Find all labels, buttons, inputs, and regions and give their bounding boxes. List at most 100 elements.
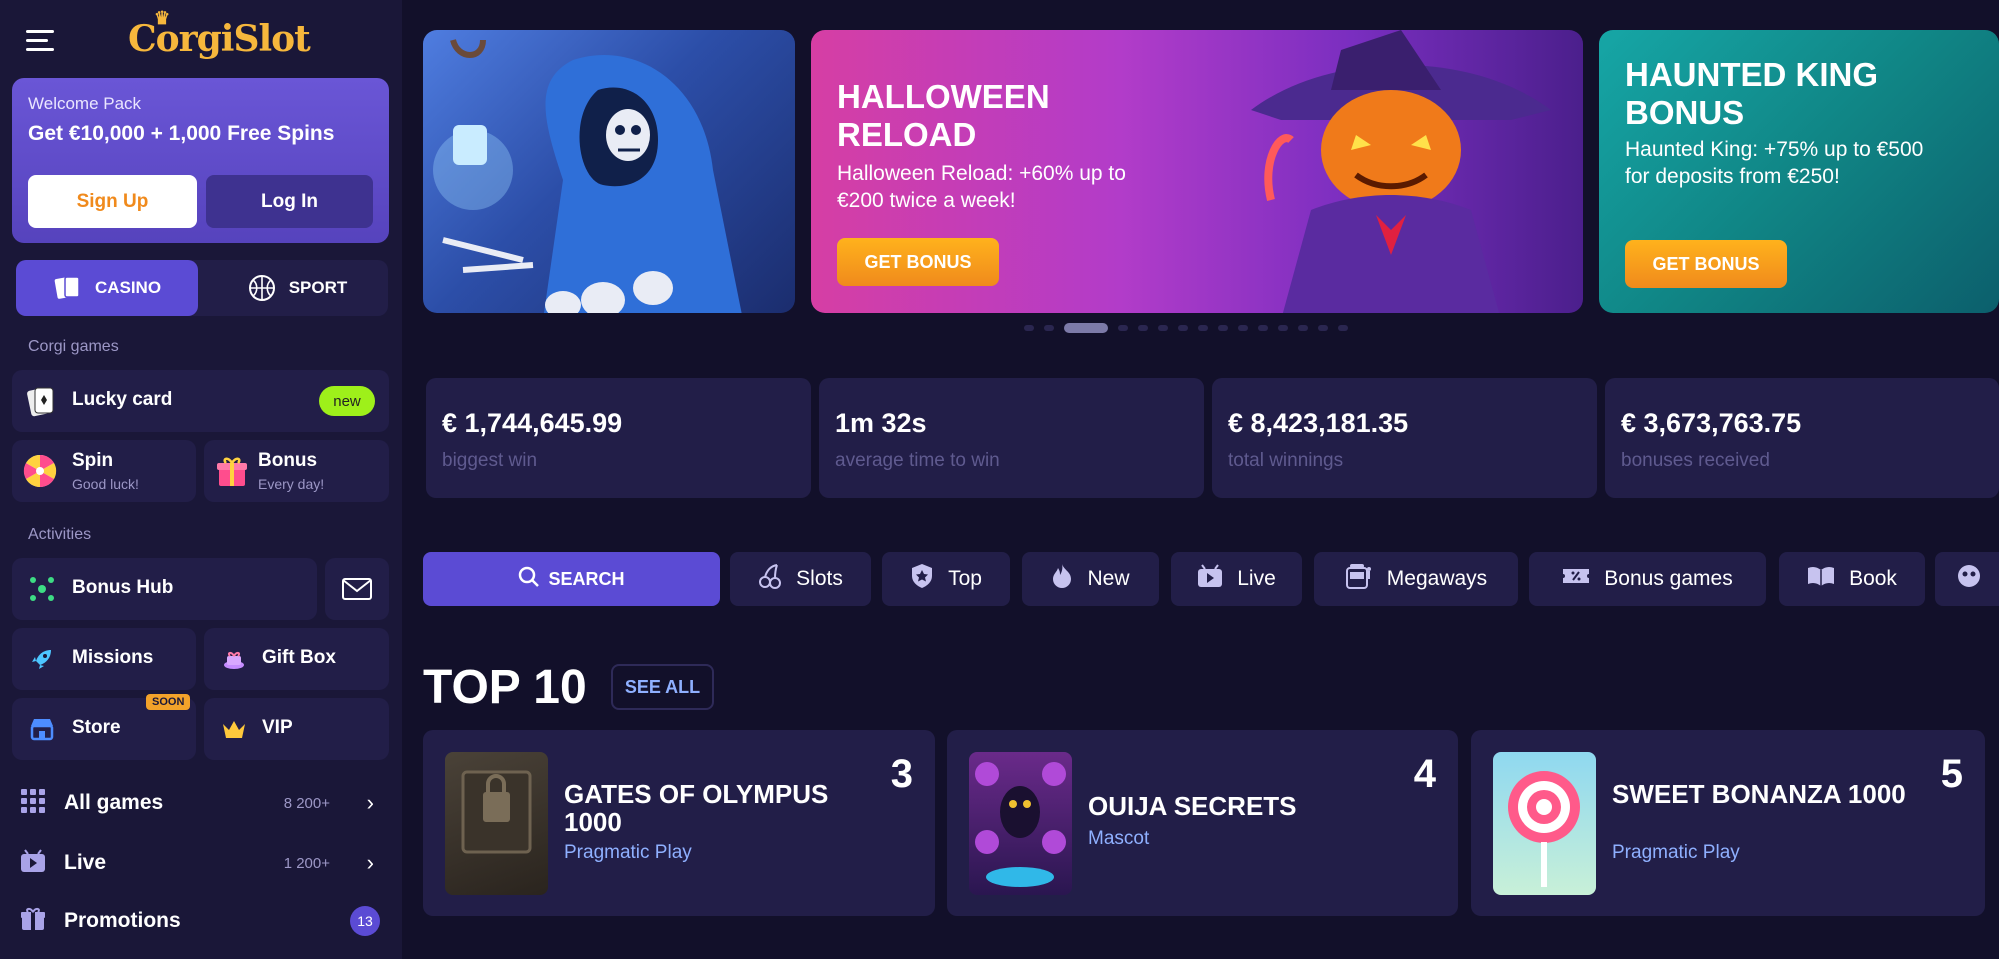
menu-icon[interactable] — [26, 30, 54, 54]
bonus-item[interactable]: Bonus Every day! — [204, 440, 389, 502]
game-thumbnail[interactable] — [1493, 752, 1596, 895]
game-card-ouija-secrets[interactable]: OUIJA SECRETS Mascot 4 — [947, 730, 1458, 916]
spin-label: Spin — [72, 450, 114, 471]
category-top[interactable]: Top — [882, 552, 1010, 606]
carousel-dot[interactable] — [1158, 325, 1168, 331]
game-provider: Mascot — [1088, 828, 1150, 849]
nav-live-label: Live — [64, 851, 107, 874]
corgi-games-label: Corgi games — [28, 338, 119, 355]
carousel-dot[interactable] — [1178, 325, 1188, 331]
category-more[interactable] — [1935, 552, 1999, 606]
gift-box-icon — [220, 645, 248, 673]
ticket-icon — [1562, 566, 1590, 592]
basketball-icon — [247, 275, 277, 301]
stat-bonuses-received: € 3,673,763.75 bonuses received — [1605, 378, 1999, 498]
mask-icon — [1955, 563, 1983, 595]
missions-item[interactable]: Missions — [12, 628, 196, 690]
category-slots[interactable]: Slots — [730, 552, 871, 606]
category-label: Book — [1849, 567, 1897, 590]
store-icon — [28, 715, 56, 743]
game-provider: Pragmatic Play — [564, 842, 692, 863]
logo[interactable]: ♛ CorgiSlot — [128, 8, 311, 60]
category-bonus-games[interactable]: Bonus games — [1529, 552, 1766, 606]
category-book[interactable]: Book — [1779, 552, 1925, 606]
see-all-button[interactable]: SEE ALL — [611, 664, 714, 710]
sign-up-button[interactable]: Sign Up — [28, 175, 197, 228]
game-provider: Pragmatic Play — [1612, 842, 1740, 863]
gift-icon — [20, 906, 46, 937]
carousel-dot[interactable] — [1044, 325, 1054, 331]
nav-promotions[interactable]: Promotions 13 — [20, 896, 380, 946]
bonus-sub: Every day! — [258, 476, 325, 492]
shield-star-icon — [910, 563, 934, 595]
messages-button[interactable] — [325, 558, 389, 620]
promo-banner-halloween-reload[interactable]: HALLOWEEN RELOAD Halloween Reload: +60% … — [811, 30, 1583, 313]
carousel-dot[interactable] — [1118, 325, 1128, 331]
carousel-dot[interactable] — [1338, 325, 1348, 331]
carousel-dot[interactable] — [1138, 325, 1148, 331]
nav-live[interactable]: Live 1 200+ › — [20, 838, 380, 888]
slot-machine-icon — [1345, 563, 1373, 595]
cards-icon — [53, 275, 83, 301]
search-icon — [518, 566, 540, 593]
game-title: OUIJA SECRETS — [1088, 791, 1297, 821]
game-title: GATES OF OLYMPUS 1000 — [564, 779, 829, 837]
carousel-dot[interactable] — [1218, 325, 1228, 331]
carousel-dot[interactable] — [1238, 325, 1248, 331]
carousel-dot[interactable] — [1278, 325, 1288, 331]
carousel-dot[interactable] — [1298, 325, 1308, 331]
game-rank: 3 — [890, 752, 913, 796]
carousel-dot[interactable] — [1258, 325, 1268, 331]
game-card-gates-of-olympus[interactable]: GATES OF OLYMPUS 1000 Pragmatic Play 3 — [423, 730, 935, 916]
category-live[interactable]: Live — [1171, 552, 1302, 606]
banner-title: HAUNTED KING BONUS — [1625, 56, 1878, 131]
stat-average-time: 1m 32s average time to win — [819, 378, 1204, 498]
search-button[interactable]: SEARCH — [423, 552, 720, 606]
bonus-hub-item[interactable]: Bonus Hub — [12, 558, 317, 620]
get-bonus-button[interactable]: GET BONUS — [1625, 240, 1787, 288]
tab-sport[interactable]: SPORT — [206, 260, 388, 316]
stat-label: average time to win — [835, 450, 1000, 471]
welcome-offer: Get €10,000 + 1,000 Free Spins — [28, 122, 335, 145]
log-in-button[interactable]: Log In — [206, 175, 373, 228]
carousel-dot[interactable] — [1024, 325, 1034, 331]
gift-box-item[interactable]: Gift Box — [204, 628, 389, 690]
vip-label: VIP — [262, 717, 293, 738]
banner-title: HALLOWEEN RELOAD — [837, 78, 1050, 153]
bonus-hub-icon — [28, 575, 56, 603]
flame-icon — [1051, 563, 1073, 595]
promo-banner-skeleton[interactable] — [423, 30, 795, 313]
category-label: Slots — [796, 567, 843, 590]
game-rank: 4 — [1413, 752, 1436, 796]
get-bonus-button[interactable]: GET BONUS — [837, 238, 999, 286]
gift-box-label: Gift Box — [262, 647, 336, 668]
live-icon — [20, 848, 46, 879]
carousel-dot[interactable] — [1198, 325, 1208, 331]
welcome-title: Welcome Pack — [28, 94, 142, 113]
promo-banner-haunted-king[interactable]: HAUNTED KING BONUS Haunted King: +75% up… — [1599, 30, 1999, 313]
nav-all-games[interactable]: All games 8 200+ › — [20, 778, 380, 828]
carousel-dot[interactable] — [1064, 323, 1108, 333]
carousel-dot[interactable] — [1318, 325, 1328, 331]
category-megaways[interactable]: Megaways — [1314, 552, 1518, 606]
grid-icon — [20, 788, 46, 819]
game-thumbnail[interactable] — [969, 752, 1072, 895]
cherry-icon — [758, 563, 782, 595]
banner-desc: Halloween Reload: +60% up to €200 twice … — [837, 162, 1126, 212]
stat-label: biggest win — [442, 450, 538, 471]
search-label: SEARCH — [548, 568, 625, 589]
game-card-sweet-bonanza[interactable]: SWEET BONANZA 1000 Pragmatic Play 5 — [1471, 730, 1985, 916]
nav-promotions-label: Promotions — [64, 909, 181, 932]
sidebar: ♛ CorgiSlot Welcome Pack Get €10,000 + 1,… — [0, 0, 402, 959]
spin-item[interactable]: Spin Good luck! — [12, 440, 196, 502]
category-new[interactable]: New — [1022, 552, 1159, 606]
game-thumbnail[interactable] — [445, 752, 548, 895]
envelope-icon — [341, 575, 373, 603]
tab-casino[interactable]: CASINO — [16, 260, 198, 316]
stat-label: bonuses received — [1621, 450, 1770, 471]
stat-value: € 8,423,181.35 — [1228, 408, 1409, 438]
spin-sub: Good luck! — [72, 476, 139, 492]
top10-heading: TOP 10 — [423, 661, 587, 714]
banner-desc: Haunted King: +75% up to €500 for deposi… — [1625, 138, 1924, 188]
vip-item[interactable]: VIP — [204, 698, 389, 760]
